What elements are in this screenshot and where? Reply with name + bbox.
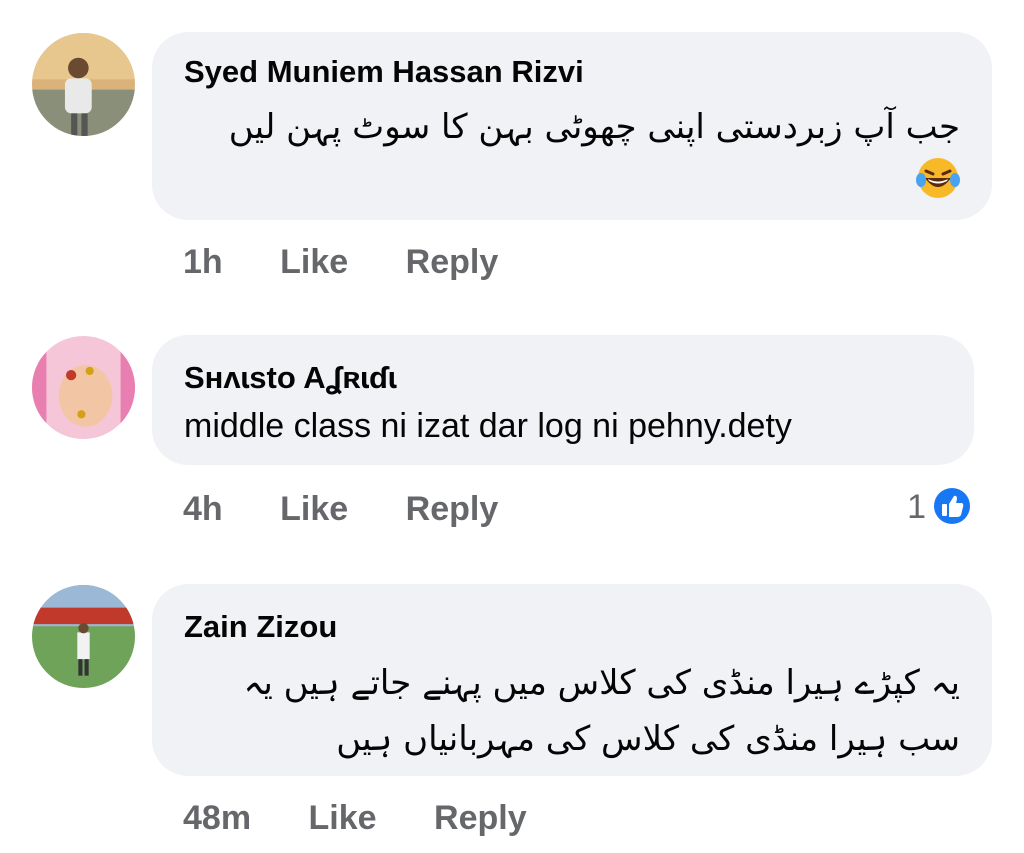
comment-actions: 48m Like Reply xyxy=(183,799,575,838)
comment-text-line-2: سب ہیرا منڈی کی کلاس کی مہربانیاں ہیں xyxy=(336,719,960,759)
comment-bubble: Zain Zizou یہ کپڑے ہیرا منڈی کی کلاس میں… xyxy=(152,584,992,776)
comment-time[interactable]: 48m xyxy=(183,799,251,837)
avatar[interactable] xyxy=(32,585,135,688)
comment-text-line-1: یہ کپڑے ہیرا منڈی کی کلاس میں پہنے جاتے … xyxy=(243,663,960,703)
reply-button[interactable]: Reply xyxy=(434,799,527,837)
avatar-photo xyxy=(32,585,135,688)
like-button[interactable]: Like xyxy=(309,799,377,837)
comment-3: Zain Zizou یہ کپڑے ہیرا منڈی کی کلاس میں… xyxy=(0,0,1024,853)
comment-author[interactable]: Zain Zizou xyxy=(184,609,337,645)
